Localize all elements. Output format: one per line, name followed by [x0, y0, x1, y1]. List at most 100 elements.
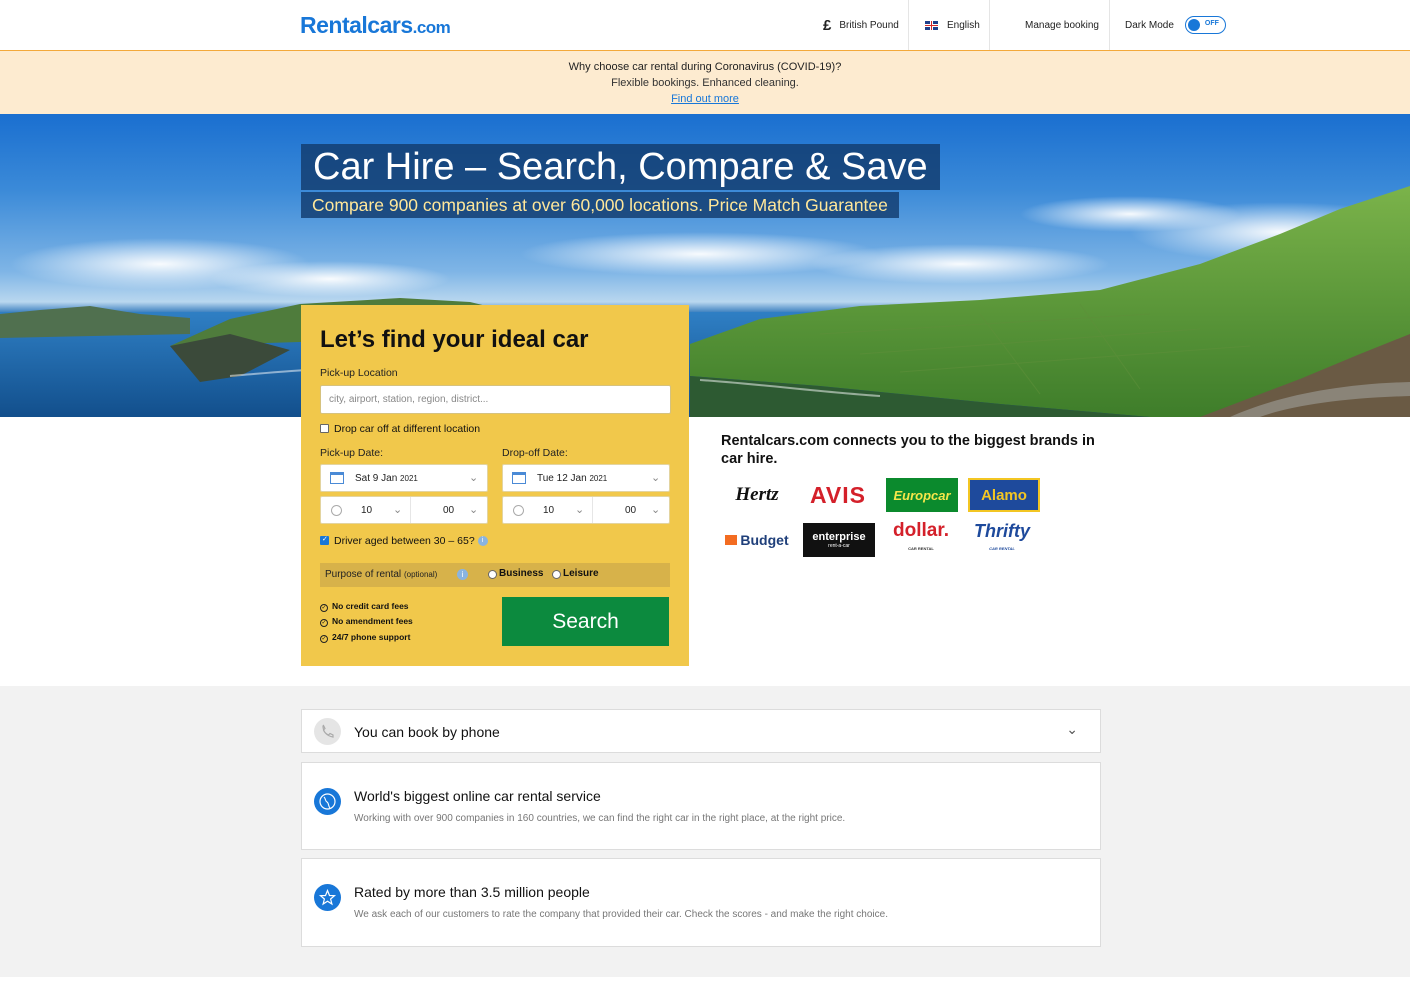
manage-booking-label: Manage booking [1025, 19, 1099, 31]
drop-off-different-label: Drop car off at different location [334, 423, 481, 435]
top-header: Rentalcars.com £ British Pound English M… [0, 0, 1410, 51]
dropoff-time-select: 10 ⌄ 00 ⌄ [502, 496, 670, 524]
dollar-label: dollar. [893, 520, 949, 541]
business-option-label: Business [499, 568, 544, 579]
chevron-down-icon: ⌄ [469, 472, 479, 484]
manage-booking-link[interactable]: Manage booking [1025, 0, 1099, 50]
time-divider [410, 497, 411, 523]
toggle-state: OFF [1204, 20, 1219, 27]
check-circle-icon: ✓ [320, 635, 328, 643]
dark-mode-toggle[interactable]: OFF [1184, 16, 1226, 34]
currency-label: British Pound [839, 19, 899, 31]
header-divider [1109, 0, 1110, 50]
book-by-phone-title: You can book by phone [354, 724, 500, 740]
biggest-service-title: World's biggest online car rental servic… [354, 788, 601, 804]
driver-age-checkbox[interactable] [320, 535, 329, 545]
hertz-logo: Hertz [735, 484, 779, 505]
footer-strip [0, 977, 1410, 981]
dropoff-date-label: Drop-off Date: [502, 447, 568, 459]
pickup-date-value: Sat 9 Jan [355, 473, 398, 484]
dropoff-date-select[interactable]: Tue 12 Jan 2021 ⌄ [502, 464, 670, 492]
info-icon[interactable]: i [477, 536, 488, 547]
pickup-date-year: 2021 [400, 474, 418, 483]
benefit-text: No amendment fees [332, 616, 413, 626]
biggest-service-description: Working with over 900 companies in 160 c… [354, 813, 846, 824]
leisure-radio[interactable] [552, 570, 561, 579]
rated-title: Rated by more than 3.5 million people [354, 884, 590, 900]
time-divider [592, 497, 593, 523]
alamo-logo: Alamo [968, 478, 1040, 512]
pickup-minute-select[interactable]: 00 [443, 505, 454, 516]
book-by-phone-card[interactable]: You can book by phone ⌄ [301, 709, 1101, 753]
clock-icon [513, 505, 524, 516]
thrifty-label: Thrifty [974, 521, 1030, 541]
chevron-down-icon: ⌄ [393, 504, 403, 516]
brands-title: Rentalcars.com connects you to the bigge… [721, 433, 1095, 467]
benefit-item: ✓ No credit card fees [320, 601, 409, 612]
calendar-icon [512, 472, 526, 484]
benefit-text: No credit card fees [332, 601, 409, 611]
biggest-service-card: World's biggest online car rental servic… [301, 762, 1101, 850]
drop-off-different-checkbox[interactable] [320, 424, 329, 433]
dollar-sublabel: CAR RENTAL [908, 546, 934, 551]
rentalcars-logo[interactable]: Rentalcars.com [300, 12, 451, 39]
toggle-knob [1187, 18, 1200, 31]
hero-subtitle: Compare 900 companies at over 60,000 loc… [301, 192, 899, 218]
star-icon [314, 884, 341, 911]
pickup-location-input[interactable]: city, airport, station, region, district… [320, 385, 671, 414]
logo-main: Rentalcars [300, 12, 413, 38]
chevron-down-icon: ⌄ [651, 504, 661, 516]
business-radio[interactable] [488, 570, 497, 579]
chevron-down-icon: ⌄ [575, 504, 585, 516]
thrifty-logo: Thrifty CAR RENTAL [966, 521, 1038, 557]
dark-mode-label: Dark Mode [1125, 19, 1174, 31]
purpose-label: Purpose of rental (optional) [325, 569, 437, 580]
covid-subtitle: Flexible bookings. Enhanced cleaning. [611, 77, 799, 89]
pickup-location-label: Pick-up Location [320, 367, 398, 379]
avis-logo: AVIS [810, 481, 866, 508]
driver-age-text: Driver aged between 30 – 65? [334, 535, 475, 547]
pound-icon: £ [823, 16, 832, 34]
pickup-date-select[interactable]: Sat 9 Jan 2021 ⌄ [320, 464, 488, 492]
driver-age-label: Driver aged between 30 – 65? i [334, 535, 488, 547]
pickup-time-select: 10 ⌄ 00 ⌄ [320, 496, 488, 524]
chevron-down-icon[interactable]: ⌄ [1066, 721, 1078, 738]
pickup-hour-select[interactable]: 10 [361, 505, 372, 516]
info-icon[interactable]: i [457, 569, 468, 580]
dark-mode-control: Dark Mode OFF [1125, 0, 1226, 50]
dropoff-date-value: Tue 12 Jan [537, 473, 587, 484]
purpose-of-rental: Purpose of rental (optional) i Business … [320, 563, 670, 587]
hero-title: Car Hire – Search, Compare & Save [301, 144, 940, 190]
phone-icon [314, 718, 341, 745]
calendar-icon [330, 472, 344, 484]
budget-logo: Budget [721, 523, 793, 557]
covid-banner: Why choose car rental during Coronavirus… [0, 51, 1410, 114]
find-out-more-link[interactable]: Find out more [0, 93, 1410, 105]
uk-flag-icon [925, 20, 938, 30]
benefit-item: ✓ No amendment fees [320, 616, 413, 627]
dropoff-date-year: 2021 [589, 474, 608, 483]
rated-description: We ask each of our customers to rate the… [354, 909, 888, 920]
chevron-down-icon: ⌄ [651, 472, 661, 484]
enterprise-sublabel: rent-a-car [828, 543, 850, 549]
thrifty-sublabel: CAR RENTAL [989, 546, 1015, 551]
language-selector[interactable]: English [925, 0, 980, 50]
benefit-text: 24/7 phone support [332, 632, 411, 642]
find-out-more-label: Find out more [671, 93, 739, 105]
features-section: You can book by phone ⌄ World's biggest … [0, 686, 1410, 977]
form-heading: Let’s find your ideal car [320, 326, 589, 353]
chevron-down-icon: ⌄ [469, 504, 479, 516]
covid-question: Why choose car rental during Coronavirus… [568, 61, 842, 73]
currency-selector[interactable]: £ British Pound [823, 0, 899, 50]
search-button[interactable]: Search [502, 597, 669, 646]
header-divider [908, 0, 909, 50]
header-divider [989, 0, 990, 50]
budget-label: Budget [740, 532, 789, 548]
dropoff-minute-select[interactable]: 00 [625, 505, 636, 516]
enterprise-logo: enterprise rent-a-car [803, 523, 875, 557]
dollar-logo: dollar. CAR RENTAL [885, 520, 957, 557]
dropoff-hour-select[interactable]: 10 [543, 505, 554, 516]
language-label: English [947, 19, 980, 31]
pickup-date-label: Pick-up Date: [320, 447, 384, 459]
logo-suffix: .com [412, 18, 451, 37]
